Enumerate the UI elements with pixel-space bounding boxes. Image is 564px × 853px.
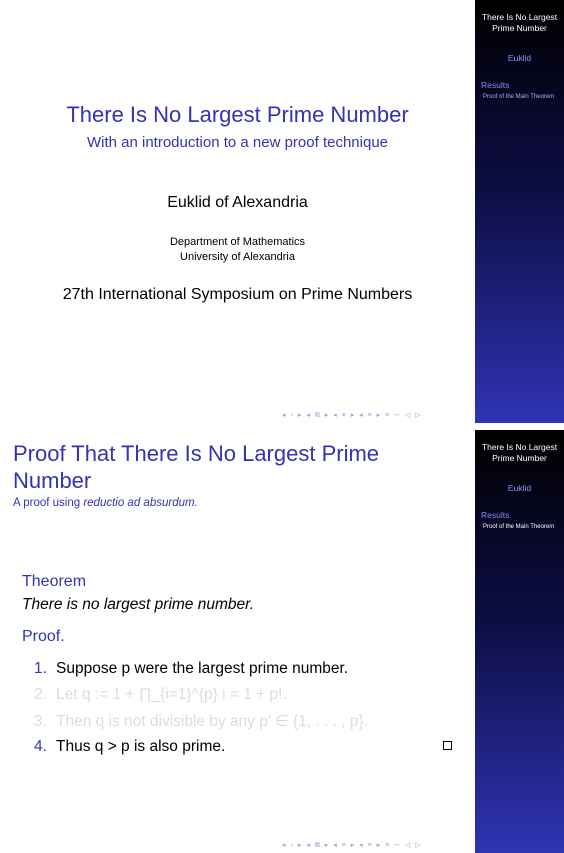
proof-step: 4. Thus q > p is also prime.	[34, 738, 368, 764]
step-text: Then q is not divisible by any p′ ∈ {1, …	[56, 713, 368, 730]
step-text: Suppose p were the largest prime number.	[56, 660, 349, 677]
sidebar-section-results[interactable]: Results	[481, 510, 509, 520]
frame-title: Proof That There Is No Largest Prime Num…	[13, 441, 380, 493]
step-number: 1.	[34, 660, 47, 677]
sidebar: There Is No Largest Prime Number Euklid …	[475, 0, 564, 423]
proof-steps: 1. Suppose p were the largest prime numbe…	[34, 660, 368, 764]
sidebar-title[interactable]: There Is No Largest Prime Number	[479, 12, 560, 34]
step-number: 2.	[34, 686, 47, 703]
frame-subtitle-emphasis: reductio ad absurdum.	[83, 497, 198, 509]
sidebar-title[interactable]: There Is No Largest Prime Number	[479, 442, 560, 464]
institute-line1: Department of Mathematics	[169, 236, 306, 248]
proof-step: 3. Then q is not divisible by any p′ ∈ {1…	[34, 712, 368, 738]
sidebar-section-results[interactable]: Results	[481, 80, 509, 90]
navigation-symbols[interactable]: ◂ ▫ ▸ ◂ ⧉ ▸ ◂ ≡ ▸ ◂ ≡ ▸ ≡ ∽ ◁ ▷	[282, 411, 422, 420]
sidebar: There Is No Largest Prime Number Euklid …	[475, 430, 564, 853]
proof-heading: Proof.	[22, 628, 65, 645]
title-slide: There Is No Largest Prime Number Euklid …	[0, 0, 564, 423]
frame-subtitle: A proof using reductio ad absurdum.	[13, 497, 198, 509]
author-name: Euklid of Alexandria	[167, 194, 308, 211]
sidebar-author[interactable]: Euklid	[475, 53, 564, 63]
frame-subtitle-text: A proof using	[13, 497, 84, 509]
proof-slide: There Is No Largest Prime Number Euklid …	[0, 430, 564, 853]
presentation-subtitle: With an introduction to a new proof tech…	[86, 134, 389, 151]
sidebar-author[interactable]: Euklid	[475, 483, 564, 493]
theorem-body: There is no largest prime number.	[22, 596, 255, 613]
proof-step: 2. Let q := 1 + ∏_{i=1}^{p} i = 1 + p!.	[34, 686, 368, 712]
theorem-heading: Theorem	[22, 573, 87, 590]
navigation-symbols[interactable]: ◂ ▫ ▸ ◂ ⧉ ▸ ◂ ≡ ▸ ◂ ≡ ▸ ≡ ∽ ◁ ▷	[282, 841, 422, 850]
step-text: Thus q > p is also prime.	[56, 738, 226, 755]
conference-name: 27th International Symposium on Prime Nu…	[62, 286, 413, 303]
step-number: 3.	[34, 713, 47, 730]
presentation-title: There Is No Largest Prime Number	[66, 102, 409, 127]
step-number: 4.	[34, 738, 47, 755]
step-text: Let q := 1 + ∏_{i=1}^{p} i = 1 + p!.	[56, 686, 287, 703]
sidebar-subsection-proof[interactable]: Proof of the Main Theorem	[483, 94, 554, 100]
proof-step: 1. Suppose p were the largest prime numbe…	[34, 660, 368, 686]
sidebar-subsection-proof[interactable]: Proof of the Main Theorem	[483, 524, 554, 530]
institute-line2: University of Alexandria	[180, 251, 295, 263]
institute: Department of Mathematics University of …	[0, 235, 475, 265]
qed-square-icon	[443, 741, 452, 750]
